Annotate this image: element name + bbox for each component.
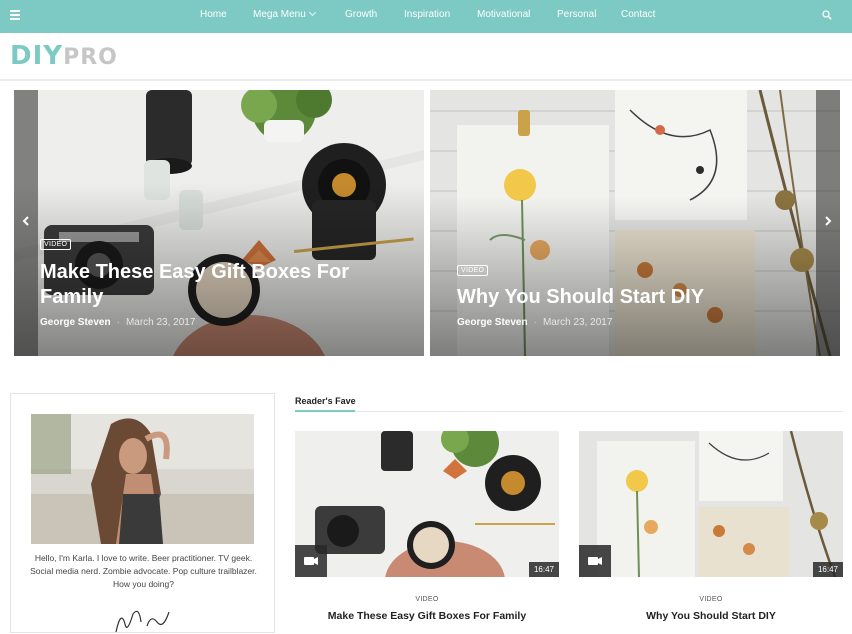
main-nav: Home Mega Menu Growth Inspiration Motiva… — [0, 0, 852, 33]
nav-item-personal[interactable]: Personal — [557, 9, 596, 20]
slide-meta: George Steven · March 23, 2017 — [40, 317, 196, 328]
signature-image — [115, 610, 170, 633]
video-play-button[interactable] — [295, 545, 327, 577]
section-accent-line — [295, 410, 355, 412]
nav-item-label: Mega Menu — [253, 9, 306, 20]
video-camera-icon — [588, 557, 602, 565]
about-widget: Hello, I'm Karla. I love to write. Beer … — [10, 393, 275, 633]
video-duration: 16:47 — [528, 562, 559, 577]
slide-date: March 23, 2017 — [125, 317, 196, 328]
card-title[interactable]: Why You Should Start DIY — [579, 610, 843, 622]
logo-part-pro: PRO — [63, 45, 118, 70]
fave-card[interactable]: 16:47 VIDEO Make These Easy Gift Boxes F… — [295, 431, 559, 622]
header: DIYPRO — [0, 33, 852, 81]
chevron-right-icon[interactable] — [822, 213, 834, 229]
card-title[interactable]: Make These Easy Gift Boxes For Family — [295, 610, 559, 622]
slide-title[interactable]: Make These Easy Gift Boxes For Family — [40, 260, 400, 310]
video-badge[interactable]: VIDEO — [40, 239, 72, 250]
slide-meta: George Steven · March 23, 2017 — [457, 317, 613, 328]
site-logo[interactable]: DIYPRO — [10, 41, 118, 73]
nav-item-home[interactable]: Home — [200, 9, 227, 20]
top-navbar: Home Mega Menu Growth Inspiration Motiva… — [0, 0, 852, 33]
chevron-left-icon[interactable] — [20, 213, 32, 229]
nav-item-motivational[interactable]: Motivational — [477, 9, 530, 20]
section-divider — [295, 411, 843, 412]
slide-date: March 23, 2017 — [542, 317, 613, 328]
search-icon[interactable] — [822, 10, 832, 20]
video-play-button[interactable] — [579, 545, 611, 577]
slide-title[interactable]: Why You Should Start DIY — [457, 285, 817, 310]
card-image[interactable]: 16:47 — [295, 431, 559, 577]
nav-item-inspiration[interactable]: Inspiration — [404, 9, 450, 20]
chevron-down-icon — [308, 8, 316, 17]
slide-gift-boxes[interactable]: VIDEO Make These Easy Gift Boxes For Fam… — [14, 90, 424, 356]
slide-author[interactable]: George Steven — [457, 317, 528, 328]
fave-card[interactable]: 16:47 VIDEO Why You Should Start DIY — [579, 431, 843, 622]
logo-part-diy: DIY — [10, 41, 64, 71]
slide-author[interactable]: George Steven — [40, 317, 111, 328]
video-duration: 16:47 — [812, 562, 843, 577]
nav-item-mega-menu[interactable]: Mega Menu — [253, 8, 316, 20]
card-image[interactable]: 16:47 — [579, 431, 843, 577]
card-category[interactable]: VIDEO — [579, 596, 843, 603]
about-text: Hello, I'm Karla. I love to write. Beer … — [30, 553, 257, 589]
slide-start-diy[interactable]: VIDEO Why You Should Start DIY George St… — [430, 90, 840, 356]
nav-item-contact[interactable]: Contact — [621, 9, 655, 20]
video-camera-icon — [304, 557, 318, 565]
video-badge[interactable]: VIDEO — [457, 265, 489, 276]
card-category[interactable]: VIDEO — [295, 596, 559, 603]
section-title: Reader's Fave — [295, 396, 356, 406]
nav-item-growth[interactable]: Growth — [345, 9, 377, 20]
about-photo — [31, 414, 254, 544]
